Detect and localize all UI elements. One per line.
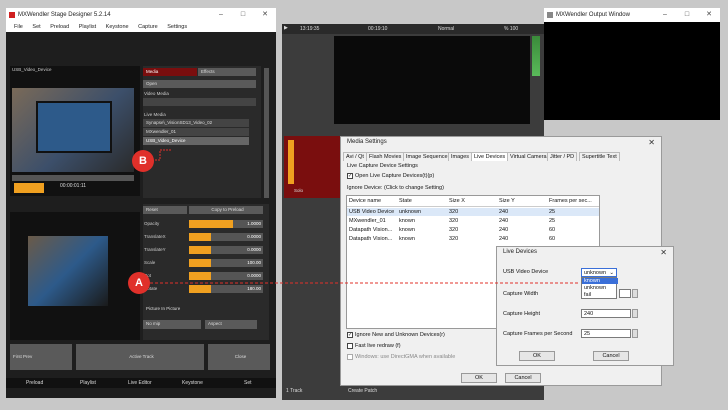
callout-b: B [132,150,154,172]
annotation-lines [150,149,580,284]
connector-line-b [155,149,172,161]
callout-a: A [128,272,150,294]
